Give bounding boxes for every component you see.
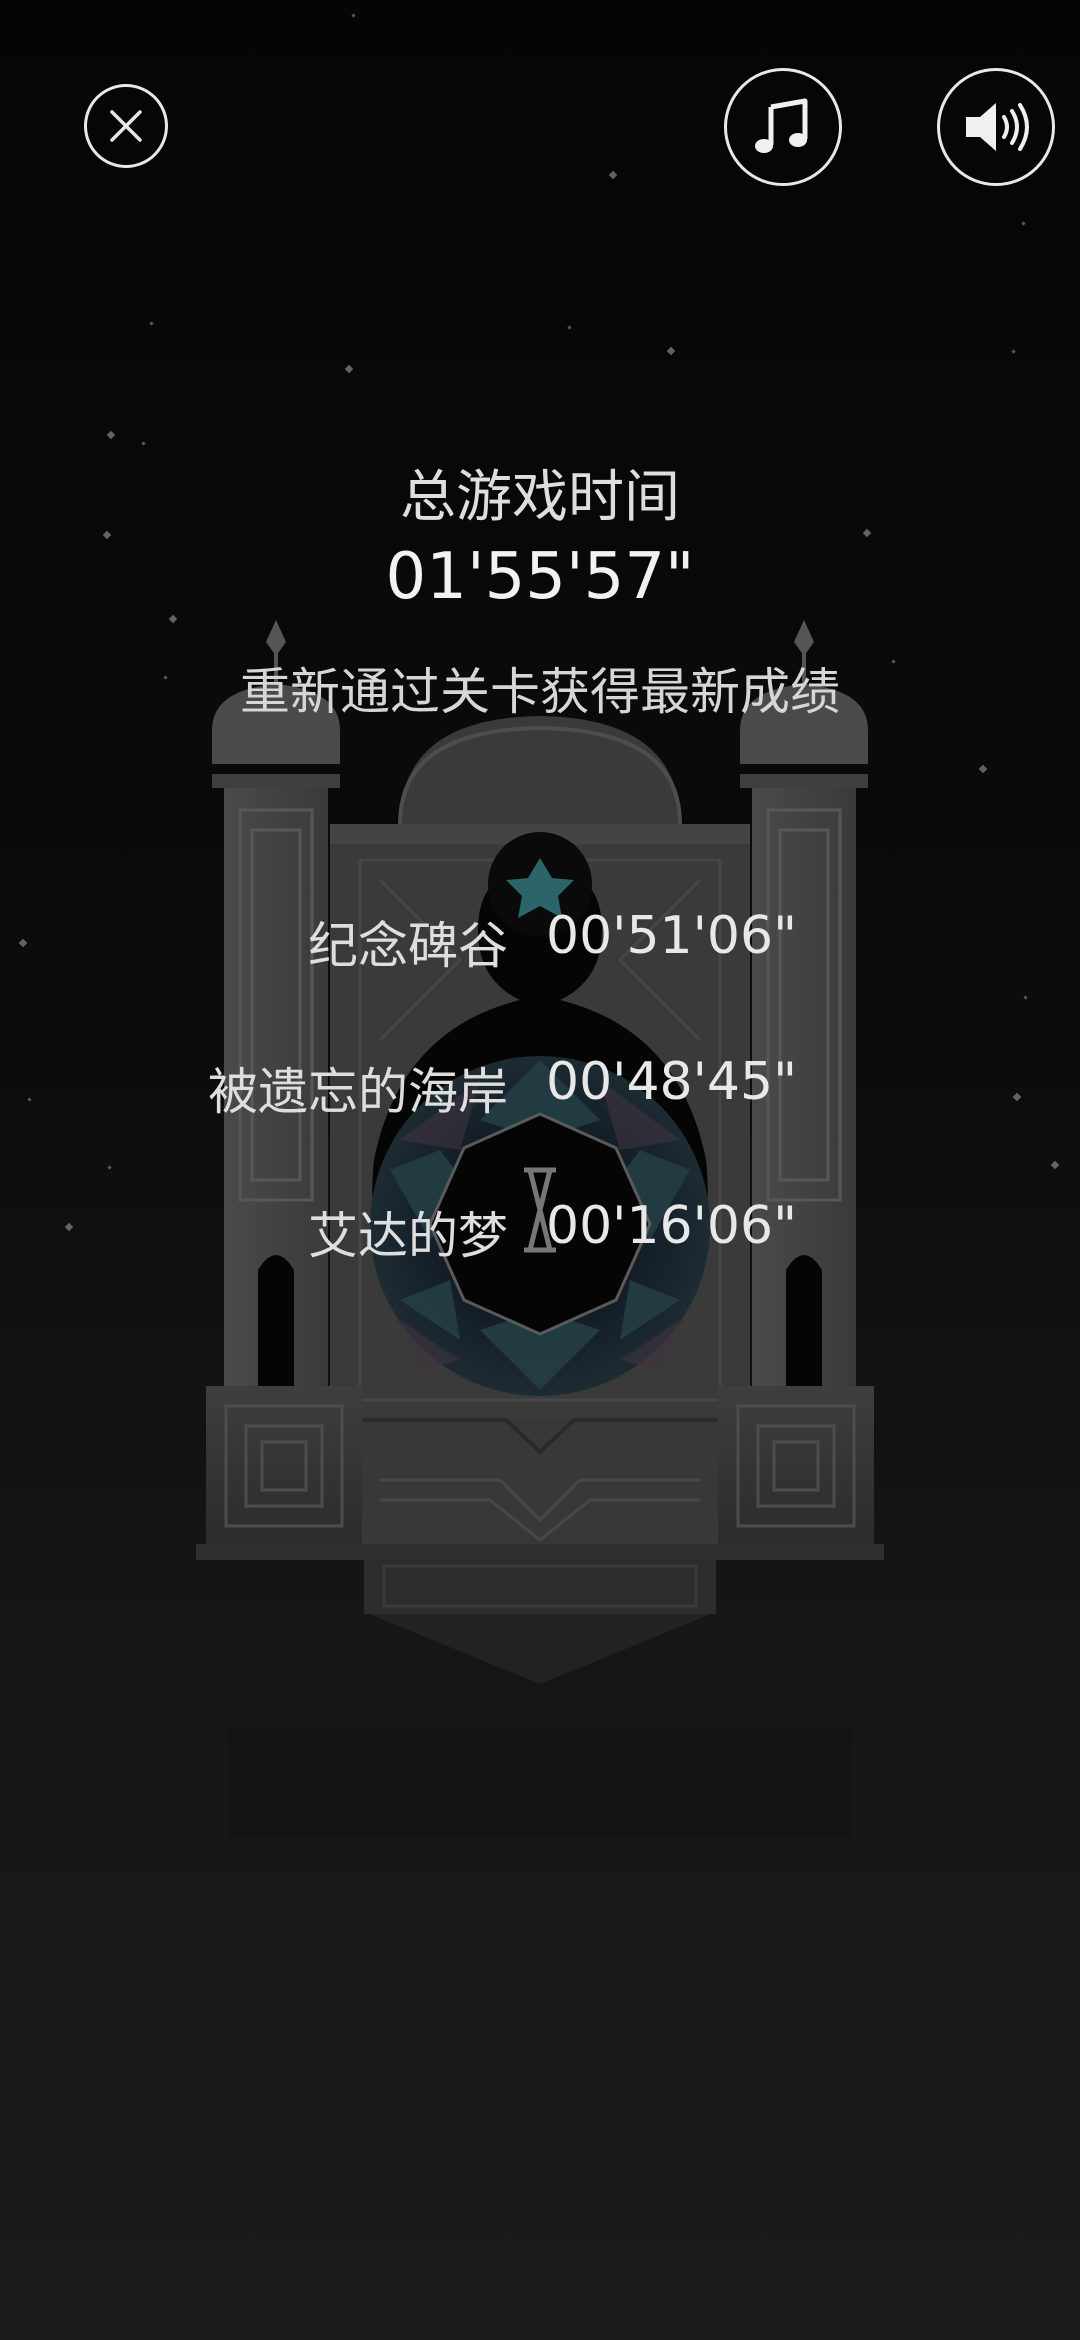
close-button[interactable] xyxy=(84,84,168,168)
level-name: 纪念碑谷 xyxy=(308,917,508,975)
total-time-label: 总游戏时间 xyxy=(400,465,680,530)
monument-illustration xyxy=(196,620,884,1838)
total-time-value: 01'55'57" xyxy=(385,540,695,614)
speaker-icon xyxy=(966,103,1029,151)
game-screen: 总游戏时间 01'55'57" 重新通过关卡获得最新成绩 纪念碑谷 00'51'… xyxy=(0,0,1080,2340)
level-time: 00'51'06" xyxy=(546,906,798,966)
close-icon xyxy=(110,110,142,142)
level-time: 00'48'45" xyxy=(546,1052,798,1112)
music-note-icon xyxy=(755,98,808,153)
level-time: 00'16'06" xyxy=(546,1196,798,1256)
music-toggle-button[interactable] xyxy=(724,68,842,186)
level-name: 艾达的梦 xyxy=(308,1207,508,1265)
sound-toggle-button[interactable] xyxy=(937,68,1055,186)
level-name: 被遗忘的海岸 xyxy=(208,1063,508,1121)
replay-hint: 重新通过关卡获得最新成绩 xyxy=(240,663,840,721)
